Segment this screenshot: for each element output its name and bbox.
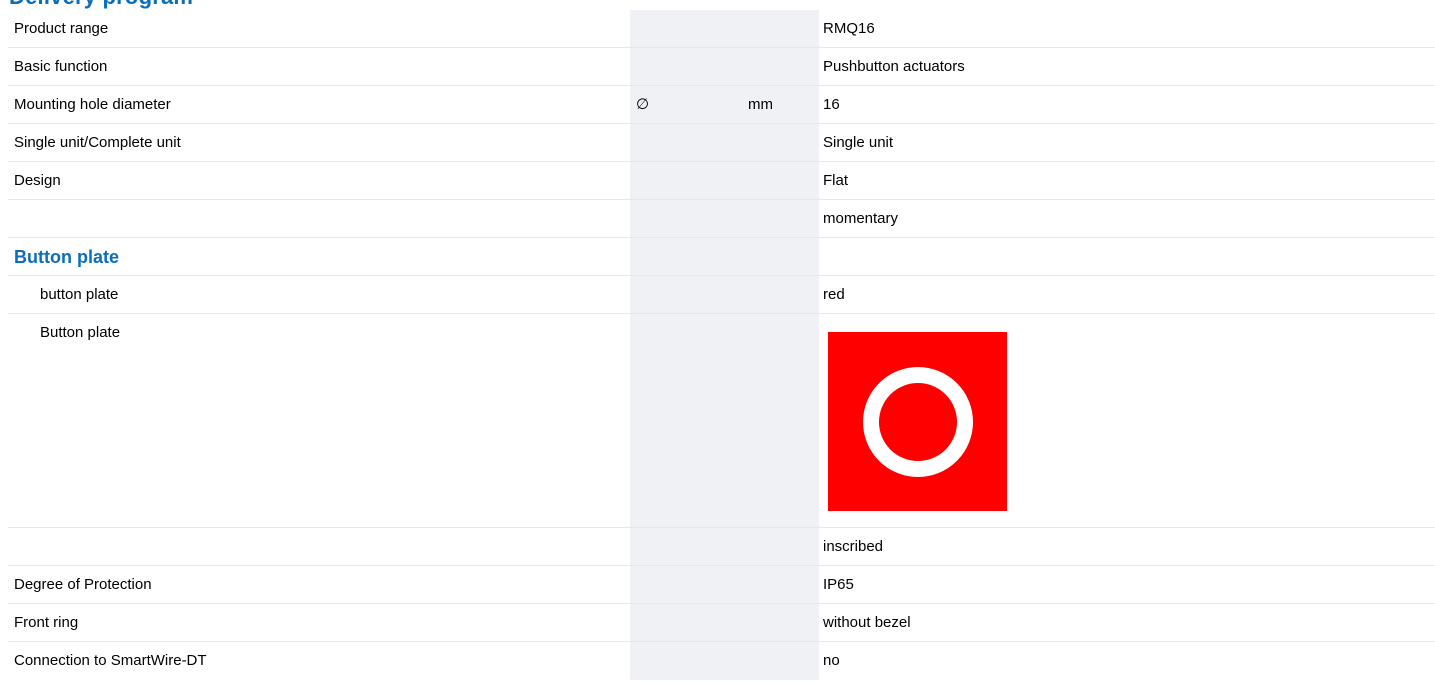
- row-symbol: [630, 528, 743, 565]
- row-value: without bezel: [823, 614, 911, 631]
- table-row: Design Flat: [8, 162, 1435, 200]
- row-symbol: [630, 604, 743, 641]
- row-unit: [743, 48, 819, 85]
- row-symbol: [630, 566, 743, 603]
- row-value: red: [823, 286, 845, 303]
- row-unit: [743, 200, 819, 237]
- row-label: Product range: [14, 20, 109, 37]
- row-label: Degree of Protection: [14, 576, 152, 593]
- row-symbol: [630, 48, 743, 85]
- table-row: Connection to SmartWire-DT no: [8, 642, 1435, 680]
- table-row-image: Button plate: [8, 314, 1435, 528]
- table-row: momentary: [8, 200, 1435, 238]
- row-unit: [743, 276, 819, 313]
- row-label: button plate: [40, 286, 119, 303]
- row-unit: [743, 124, 819, 161]
- section-title-button-plate: Button plate: [14, 247, 119, 267]
- table-row: button plate red: [8, 276, 1435, 314]
- row-unit: mm: [743, 86, 819, 123]
- section-heading-delivery-program: Delivery program: [9, 0, 193, 9]
- section-header-row: Button plate: [8, 238, 1435, 276]
- row-value: no: [823, 652, 840, 669]
- table-row: Mounting hole diameter ∅ mm 16: [8, 86, 1435, 124]
- row-symbol: [630, 10, 743, 47]
- table-row: Single unit/Complete unit Single unit: [8, 124, 1435, 162]
- row-symbol: ∅: [630, 86, 743, 123]
- row-value: RMQ16: [823, 20, 875, 37]
- row-value: Single unit: [823, 134, 894, 151]
- red-button-plate-ring-icon: [828, 332, 1007, 511]
- row-unit: [743, 642, 819, 680]
- row-unit: [743, 238, 819, 275]
- row-value: Flat: [823, 172, 849, 189]
- row-value: Pushbutton actuators: [823, 58, 965, 75]
- row-unit: [743, 162, 819, 199]
- table-row: Product range RMQ16: [8, 10, 1435, 48]
- row-label: Button plate: [40, 324, 121, 341]
- row-symbol: [630, 200, 743, 237]
- row-value: inscribed: [823, 538, 884, 555]
- row-label: Front ring: [14, 614, 79, 631]
- table-row: Degree of Protection IP65: [8, 566, 1435, 604]
- row-label: Connection to SmartWire-DT: [14, 652, 207, 669]
- row-label: Mounting hole diameter: [14, 96, 171, 113]
- table-row: Front ring without bezel: [8, 604, 1435, 642]
- row-label: Basic function: [14, 58, 108, 75]
- row-label: Single unit/Complete unit: [14, 134, 181, 151]
- table-row: inscribed: [8, 528, 1435, 566]
- row-symbol: [630, 124, 743, 161]
- row-unit: [743, 528, 819, 565]
- row-symbol: [630, 642, 743, 680]
- row-unit: [743, 314, 819, 527]
- row-symbol: [630, 238, 743, 275]
- row-unit: [743, 566, 819, 603]
- row-symbol: [630, 162, 743, 199]
- plate-background: [828, 332, 1007, 511]
- row-unit: [743, 604, 819, 641]
- row-unit: [743, 10, 819, 47]
- row-label: [8, 528, 630, 565]
- row-value: momentary: [823, 210, 899, 227]
- row-label: [8, 200, 630, 237]
- spec-table: Product range RMQ16 Basic function Pushb…: [8, 10, 1435, 680]
- row-symbol: [630, 314, 743, 527]
- row-value: 16: [823, 96, 840, 113]
- row-value: [819, 238, 1435, 275]
- row-value: IP65: [823, 576, 854, 593]
- row-label: Design: [14, 172, 61, 189]
- row-symbol: [630, 276, 743, 313]
- table-row: Basic function Pushbutton actuators: [8, 48, 1435, 86]
